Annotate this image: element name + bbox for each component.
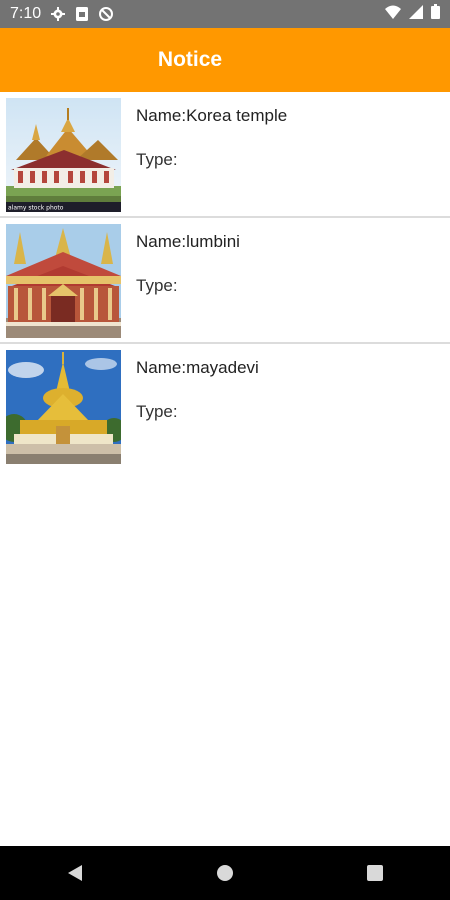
status-time: 7:10 bbox=[10, 5, 42, 22]
item-type: Type: bbox=[136, 276, 178, 295]
list-item[interactable]: Name:lumbini Type: bbox=[0, 218, 450, 344]
home-button[interactable] bbox=[195, 853, 255, 893]
list-item[interactable]: alamy stock photo Name:Korea temple Type… bbox=[0, 92, 450, 218]
temple-image bbox=[6, 224, 121, 338]
item-name: Name:mayadevi bbox=[136, 358, 259, 377]
sim-icon bbox=[75, 7, 89, 21]
signal-icon bbox=[409, 4, 423, 24]
temple-image: alamy stock photo bbox=[6, 98, 121, 212]
item-name: Name:lumbini bbox=[136, 232, 240, 251]
page-title: Notice bbox=[157, 48, 223, 71]
home-icon bbox=[217, 865, 233, 881]
list-item[interactable]: Name:mayadevi Type: bbox=[0, 344, 450, 470]
watermark: alamy stock photo bbox=[8, 205, 64, 212]
back-icon bbox=[68, 865, 82, 881]
wifi-icon bbox=[385, 5, 401, 24]
gear-icon bbox=[51, 7, 66, 21]
recents-icon bbox=[367, 865, 383, 881]
back-button[interactable] bbox=[45, 853, 105, 893]
pagoda-image bbox=[6, 350, 121, 464]
status-bar: 7:10 bbox=[0, 0, 450, 28]
navigation-bar bbox=[0, 846, 450, 900]
item-name: Name:Korea temple bbox=[136, 106, 288, 125]
battery-icon bbox=[431, 4, 440, 24]
notice-list: alamy stock photo Name:Korea temple Type… bbox=[0, 92, 450, 470]
item-type: Type: bbox=[136, 402, 178, 421]
at-icon bbox=[99, 7, 114, 21]
app-bar: Notice bbox=[0, 28, 450, 92]
recents-button[interactable] bbox=[345, 853, 405, 893]
item-type: Type: bbox=[136, 150, 178, 169]
